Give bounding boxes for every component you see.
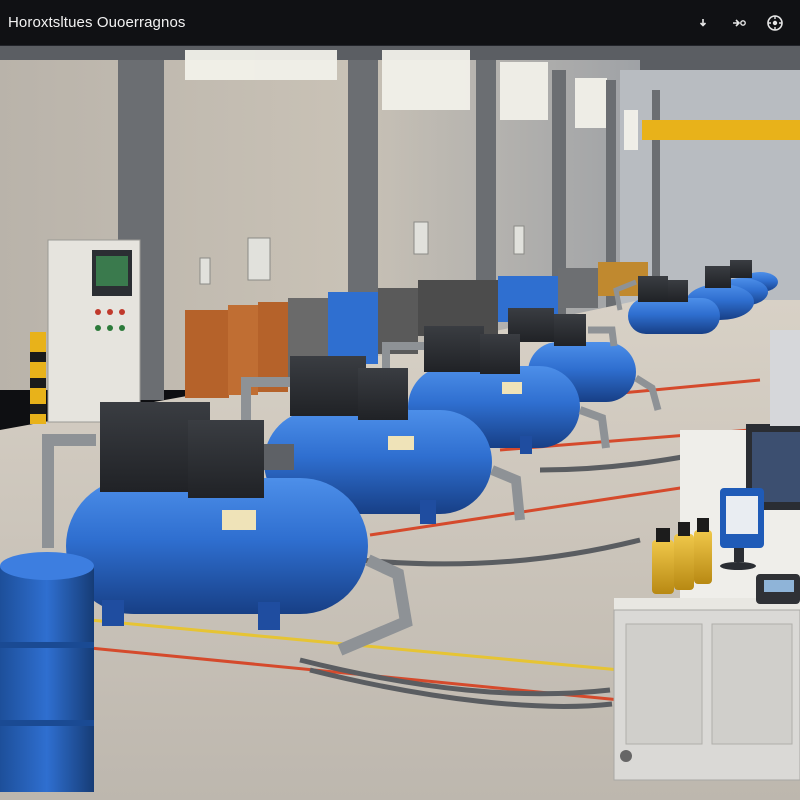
app-window: Horoxtsltues Ouoerragnos <box>0 0 800 800</box>
share-icon <box>733 18 746 27</box>
safety-bollard <box>30 332 46 424</box>
page-title: Horoxtsltues Ouoerragnos <box>8 14 186 31</box>
download-icon <box>699 18 707 27</box>
factory-photo <box>0 46 800 800</box>
crane-beam <box>642 120 800 140</box>
blue-drum <box>0 552 94 792</box>
settings-icon <box>767 14 783 31</box>
share-button[interactable] <box>726 10 752 36</box>
header-bar: Horoxtsltues Ouoerragnos <box>0 0 800 46</box>
header-controls <box>690 10 788 36</box>
download-button[interactable] <box>690 10 716 36</box>
meter-device <box>756 574 800 604</box>
settings-button[interactable] <box>762 10 788 36</box>
oil-bottles <box>652 518 712 594</box>
control-cabinet <box>47 239 141 423</box>
